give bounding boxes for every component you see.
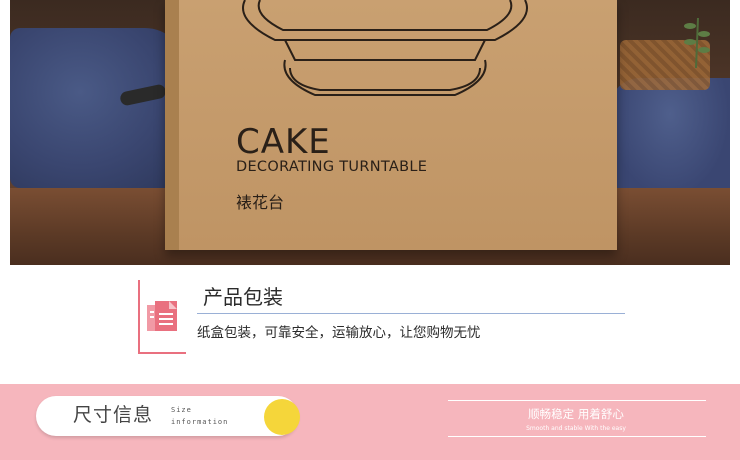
box-subtitle: DECORATING TURNTABLE <box>236 159 428 175</box>
slogan-rule-bottom <box>448 436 706 437</box>
section-divider <box>197 313 625 314</box>
cardboard-box <box>165 0 617 250</box>
size-info-en-line1: Size <box>171 406 192 414</box>
document-icon <box>138 280 186 354</box>
blue-cloth-right <box>610 78 730 198</box>
slogan-rule-top <box>448 400 706 401</box>
size-info-en-line2: information <box>171 418 229 426</box>
box-title: CAKE <box>236 122 331 162</box>
turntable-drawing <box>242 0 528 96</box>
size-info-title: 尺寸信息 <box>73 404 154 426</box>
box-chinese-label: 裱花台 <box>236 193 285 212</box>
slogan-english: Smooth and stable With the easy <box>526 425 626 432</box>
plant-sprig <box>684 17 710 68</box>
yellow-dot <box>264 399 300 435</box>
section-description: 纸盒包装，可靠安全，运输放心，让您购物无忧 <box>197 325 481 341</box>
section-title: 产品包装 <box>203 285 283 309</box>
slogan-chinese: 顺畅稳定 用着舒心 <box>528 407 624 421</box>
blue-cloth <box>10 28 185 188</box>
